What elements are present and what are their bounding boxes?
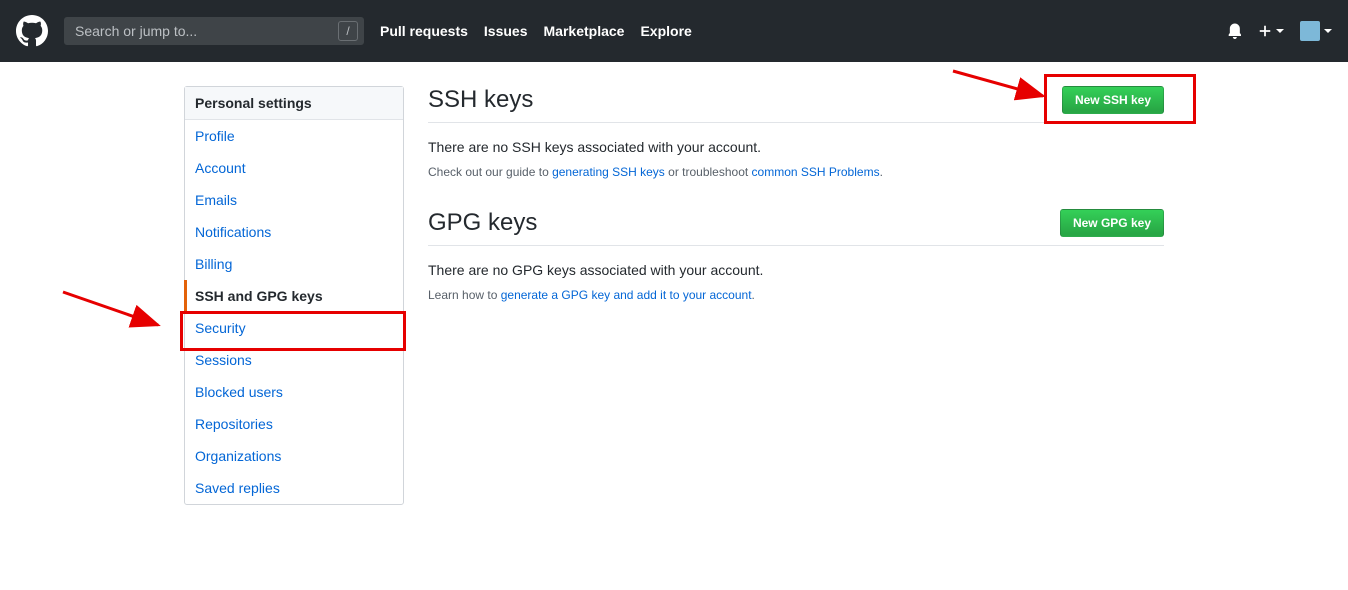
text: . [880, 165, 883, 179]
sidebar-item-notifications[interactable]: Notifications [185, 216, 403, 248]
create-new-menu[interactable] [1258, 24, 1284, 38]
gpg-hint-text: Learn how to generate a GPG key and add … [428, 288, 1164, 302]
ssh-keys-subhead: SSH keys New SSH key [428, 86, 1164, 123]
gpg-keys-subhead: GPG keys New GPG key [428, 209, 1164, 246]
text: or troubleshoot [665, 165, 752, 179]
sidebar-item-repositories[interactable]: Repositories [185, 408, 403, 440]
new-ssh-key-button[interactable]: New SSH key [1062, 86, 1164, 114]
nav-explore[interactable]: Explore [640, 23, 691, 39]
sidebar-item-ssh-gpg-keys[interactable]: SSH and GPG keys [185, 280, 403, 312]
gpg-section: GPG keys New GPG key There are no GPG ke… [428, 209, 1164, 302]
settings-sidebar: Personal settings Profile Account Emails… [184, 86, 404, 505]
settings-menu: Personal settings Profile Account Emails… [184, 86, 404, 505]
nav-marketplace[interactable]: Marketplace [544, 23, 625, 39]
text: Check out our guide to [428, 165, 552, 179]
text: . [752, 288, 755, 302]
primary-nav: Pull requests Issues Marketplace Explore [380, 23, 692, 39]
sidebar-item-account[interactable]: Account [185, 152, 403, 184]
sidebar-heading: Personal settings [185, 87, 403, 120]
sidebar-item-sessions[interactable]: Sessions [185, 344, 403, 376]
ssh-keys-heading: SSH keys [428, 86, 533, 114]
settings-container: Personal settings Profile Account Emails… [168, 62, 1180, 529]
sidebar-item-emails[interactable]: Emails [185, 184, 403, 216]
sidebar-item-blocked-users[interactable]: Blocked users [185, 376, 403, 408]
github-logo[interactable] [16, 15, 48, 47]
sidebar-item-security[interactable]: Security [185, 312, 403, 344]
search-wrapper: / [64, 17, 364, 45]
link-generating-ssh-keys[interactable]: generating SSH keys [552, 165, 665, 179]
slash-key-icon: / [338, 21, 358, 41]
nav-pull-requests[interactable]: Pull requests [380, 23, 468, 39]
chevron-down-icon [1276, 29, 1284, 33]
avatar [1300, 21, 1320, 41]
search-input[interactable] [64, 17, 364, 45]
sidebar-item-profile[interactable]: Profile [185, 120, 403, 152]
ssh-empty-text: There are no SSH keys associated with yo… [428, 139, 1164, 155]
link-common-ssh-problems[interactable]: common SSH Problems [752, 165, 880, 179]
global-header: / Pull requests Issues Marketplace Explo… [0, 0, 1348, 62]
annotation-arrow-sidebar [58, 287, 178, 337]
notifications-icon[interactable] [1226, 23, 1242, 39]
user-menu[interactable] [1300, 21, 1332, 41]
new-gpg-key-button[interactable]: New GPG key [1060, 209, 1164, 237]
text: Learn how to [428, 288, 501, 302]
chevron-down-icon [1324, 29, 1332, 33]
sidebar-item-organizations[interactable]: Organizations [185, 440, 403, 472]
main-content: SSH keys New SSH key There are no SSH ke… [428, 86, 1164, 505]
sidebar-item-saved-replies[interactable]: Saved replies [185, 472, 403, 504]
ssh-hint-text: Check out our guide to generating SSH ke… [428, 165, 1164, 179]
gpg-keys-heading: GPG keys [428, 209, 537, 237]
header-right [1226, 21, 1332, 41]
sidebar-item-billing[interactable]: Billing [185, 248, 403, 280]
link-generate-gpg-key[interactable]: generate a GPG key and add it to your ac… [501, 288, 752, 302]
nav-issues[interactable]: Issues [484, 23, 528, 39]
gpg-empty-text: There are no GPG keys associated with yo… [428, 262, 1164, 278]
